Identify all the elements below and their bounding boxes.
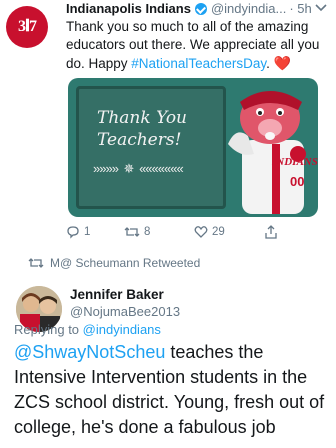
tweet-indians[interactable]: 3𝐈7 Indianapolis Indians @indyindia... ·… xyxy=(0,0,336,250)
like-button[interactable]: 29 xyxy=(194,225,264,239)
reply-button[interactable]: 1 xyxy=(66,225,124,239)
share-icon xyxy=(265,225,277,239)
jersey-wordmark: INDIANS xyxy=(272,156,318,168)
arrows-right: ««««««« xyxy=(139,161,184,176)
tweet-text-end: . xyxy=(266,56,274,71)
indians-logo: 3𝐈7 xyxy=(18,18,37,35)
retweet-count: 8 xyxy=(144,226,151,238)
tweet-time: · 5h xyxy=(289,1,312,16)
share-button[interactable] xyxy=(264,225,282,239)
chalkboard: Thank You Teachers! »»»» ✵ ««««««« xyxy=(76,86,226,209)
tweet-header: Indianapolis Indians @indyindia... · 5h xyxy=(66,0,332,17)
tweet-text: @ShwayNotScheu teaches the Intensive Int… xyxy=(14,340,332,440)
chalk-line-2: Teachers! xyxy=(97,130,182,150)
star-emblem-icon: ✵ xyxy=(123,161,135,176)
arrows-left: »»»» xyxy=(93,161,119,176)
jersey-text: INDIANS xyxy=(272,156,318,168)
replying-prefix: Replying to xyxy=(14,322,83,337)
heart-icon xyxy=(194,226,208,238)
chalk-text: Thank You Teachers! xyxy=(97,107,187,151)
retweet-icon xyxy=(124,227,140,237)
retweet-button[interactable]: 8 xyxy=(124,225,194,239)
hashtag-link[interactable]: #NationalTeachersDay xyxy=(131,56,266,71)
tweet-actions: 1 8 29 xyxy=(66,222,316,242)
heart-emoji: ❤️ xyxy=(273,55,292,71)
tweet-jennifer[interactable]: Jennifer Baker @NojumaBee2013 Replying t… xyxy=(0,280,336,448)
author-handle[interactable]: @NojumaBee2013 xyxy=(70,304,180,319)
reply-icon xyxy=(67,226,79,239)
author-name[interactable]: Jennifer Baker xyxy=(70,287,164,302)
retweet-small-icon xyxy=(28,258,44,268)
chalk-line-1: Thank You xyxy=(97,108,188,128)
chevron-down-icon[interactable] xyxy=(314,2,328,14)
reply-count: 1 xyxy=(84,226,91,238)
retweet-attribution[interactable]: M@ Scheumann Retweeted xyxy=(28,256,200,270)
author-name[interactable]: Indianapolis Indians xyxy=(66,0,191,17)
jersey-number: 00 xyxy=(290,174,305,189)
tweet-text: Thank you so much to all of the amazing … xyxy=(66,18,328,73)
chalk-arrows: »»»» ✵ ««««««« xyxy=(93,161,184,177)
author-handle[interactable]: @indyindia... xyxy=(211,0,286,17)
tweet-image[interactable]: Thank You Teachers! »»»» ✵ ««««««« INDIA… xyxy=(68,78,318,217)
mention-link[interactable]: @ShwayNotScheu xyxy=(14,342,165,362)
like-count: 29 xyxy=(212,226,225,238)
mascot-illustration xyxy=(228,91,306,214)
replying-mention-link[interactable]: @indyindians xyxy=(83,322,161,337)
indians-avatar[interactable]: 3𝐈7 xyxy=(6,6,48,48)
verified-icon xyxy=(194,2,207,15)
replying-to: Replying to @indyindians xyxy=(14,322,161,337)
retweet-attribution-text: M@ Scheumann Retweeted xyxy=(50,256,201,270)
